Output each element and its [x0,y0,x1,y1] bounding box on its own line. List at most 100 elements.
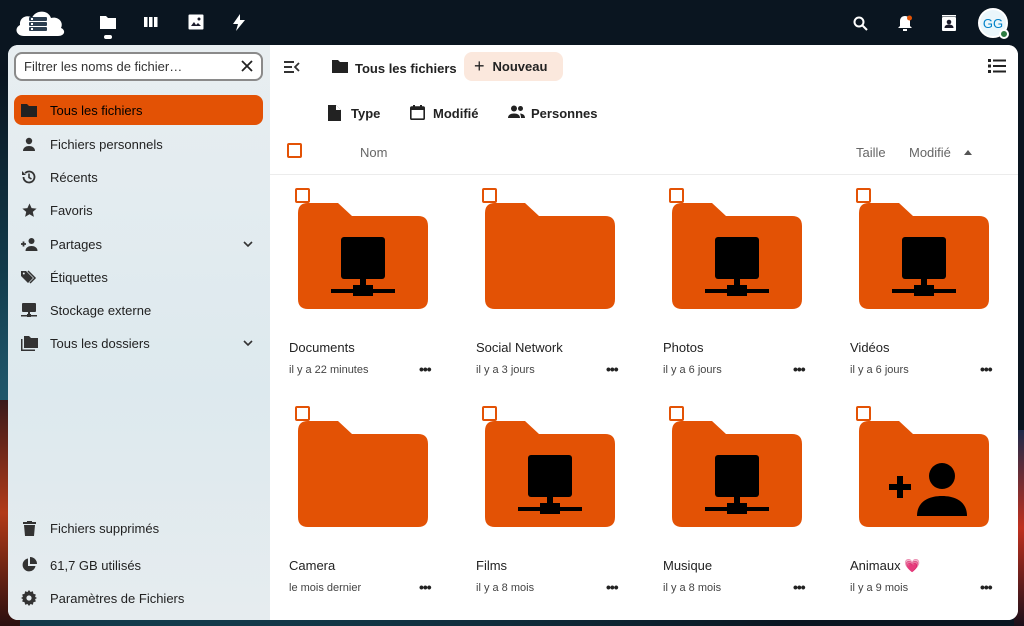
avatar-initials: GG [982,15,1004,31]
more-actions-icon[interactable]: ••• [980,579,993,595]
select-file-checkbox[interactable] [295,188,310,203]
sidebar-item-label: Paramètres de Fichiers [50,590,185,606]
cloud-logo-icon[interactable] [12,6,68,40]
sidebar-item-label: Partages [50,236,103,252]
sidebar-item-personal-files[interactable]: Fichiers personnels [14,129,263,159]
toggle-navigation-icon[interactable] [282,58,302,76]
contacts-icon[interactable] [938,12,960,34]
file-tile[interactable]: Vidéos il y a 6 jours ••• [839,185,1014,395]
file-name[interactable]: Camera [289,558,335,573]
more-actions-icon[interactable]: ••• [793,579,806,595]
select-file-checkbox[interactable] [856,188,871,203]
list-view-icon[interactable] [988,58,1006,74]
sort-ascending-icon [964,150,972,155]
external-storage-folder-icon[interactable] [672,203,802,309]
more-actions-icon[interactable]: ••• [606,579,619,595]
new-button[interactable]: + Nouveau [464,52,563,81]
column-size[interactable]: Taille [856,145,886,160]
filter-people-button[interactable]: Personnes [508,101,597,125]
search-icon[interactable] [849,12,871,34]
sidebar-item-recent[interactable]: Récents [14,162,263,192]
external-storage-folder-icon[interactable] [672,421,802,527]
filter-type-button[interactable]: Type [328,101,380,125]
select-file-checkbox[interactable] [295,406,310,421]
clear-filter-icon[interactable] [239,58,255,74]
sidebar-item-tags[interactable]: Étiquettes [14,262,263,292]
file-name[interactable]: Documents [289,340,355,355]
photos-app-icon[interactable] [186,12,206,32]
file-list-header: Nom Taille Modifié [270,135,1018,175]
filter-people-label: Personnes [531,105,598,121]
sidebar-item-shares[interactable]: Partages [14,229,263,259]
notifications-bell-icon[interactable] [894,12,916,34]
file-tile[interactable]: Films il y a 8 mois ••• [465,403,640,613]
file-tile[interactable]: Animaux 💗 il y a 9 mois ••• [839,403,1014,613]
file-tile[interactable]: Documents il y a 22 minutes ••• [278,185,453,395]
select-file-checkbox[interactable] [669,406,684,421]
plus-icon: + [474,56,485,76]
account-multiple-icon [508,105,525,121]
file-icon [328,105,344,121]
sidebar-item-storage-usage[interactable]: 61,7 GB utilisés [14,550,263,580]
more-actions-icon[interactable]: ••• [419,361,432,377]
file-tile[interactable]: Photos il y a 6 jours ••• [652,185,827,395]
sidebar-item-deleted-files[interactable]: Fichiers supprimés [14,513,263,543]
folder-icon [20,101,38,119]
file-modified-time: il y a 6 jours [850,364,909,376]
file-tile[interactable]: Camera le mois dernier ••• [278,403,453,613]
select-file-checkbox[interactable] [669,188,684,203]
sidebar-item-all-files[interactable]: Tous les fichiers [14,95,263,125]
file-modified-time: il y a 8 mois [663,582,722,594]
more-actions-icon[interactable]: ••• [606,361,619,377]
file-name[interactable]: Films [476,558,507,573]
select-file-checkbox[interactable] [856,406,871,421]
external-storage-folder-icon[interactable] [859,203,989,309]
new-button-label: Nouveau [492,59,548,74]
history-icon [20,168,38,186]
column-name[interactable]: Nom [360,145,387,160]
select-all-checkbox[interactable] [287,143,302,158]
more-actions-icon[interactable]: ••• [980,361,993,377]
deck-app-icon[interactable] [141,12,161,32]
select-file-checkbox[interactable] [482,406,497,421]
sidebar-item-external-storage[interactable]: Stockage externe [14,295,263,325]
chevron-down-icon[interactable] [241,237,255,251]
filter-files-field[interactable] [14,52,263,81]
more-actions-icon[interactable]: ••• [793,361,806,377]
chevron-down-icon[interactable] [241,336,255,350]
filter-modified-button[interactable]: Modifié [410,101,479,125]
file-tile[interactable]: Musique il y a 8 mois ••• [652,403,827,613]
sidebar-item-files-settings[interactable]: Paramètres de Fichiers [14,583,263,613]
sidebar-item-label: Tous les fichiers [50,102,143,118]
folder-icon[interactable] [485,203,615,309]
select-file-checkbox[interactable] [482,188,497,203]
sidebar-item-label: Récents [50,169,98,185]
file-name[interactable]: Vidéos [850,340,890,355]
file-name[interactable]: Musique [663,558,712,573]
tag-icon [20,268,38,286]
file-tile[interactable]: Social Network il y a 3 jours ••• [465,185,640,395]
sidebar-item-label: Fichiers personnels [50,136,163,152]
sidebar-item-all-folders[interactable]: Tous les dossiers [14,328,263,358]
filter-files-input[interactable] [24,59,234,74]
more-actions-icon[interactable]: ••• [419,579,432,595]
file-modified-time: il y a 22 minutes [289,364,369,376]
sidebar-item-label: Étiquettes [50,269,108,285]
file-modified-time: il y a 8 mois [476,582,535,594]
breadcrumb-all-files[interactable]: Tous les fichiers [332,54,457,82]
column-modified[interactable]: Modifié [909,145,951,160]
file-name[interactable]: Photos [663,340,703,355]
file-name[interactable]: Animaux 💗 [850,558,920,574]
external-storage-folder-icon[interactable] [298,203,428,309]
activity-app-icon[interactable] [229,12,249,32]
shared-folder-icon[interactable] [859,421,989,527]
file-modified-time: il y a 3 jours [476,364,535,376]
avatar[interactable]: GG [978,8,1009,39]
folder-icon [332,60,348,76]
folder-icon[interactable] [298,421,428,527]
file-name[interactable]: Social Network [476,340,563,355]
sidebar-item-label: Tous les dossiers [50,335,150,351]
files-app-icon[interactable] [98,12,118,39]
sidebar-item-favorites[interactable]: Favoris [14,195,263,225]
external-storage-folder-icon[interactable] [485,421,615,527]
